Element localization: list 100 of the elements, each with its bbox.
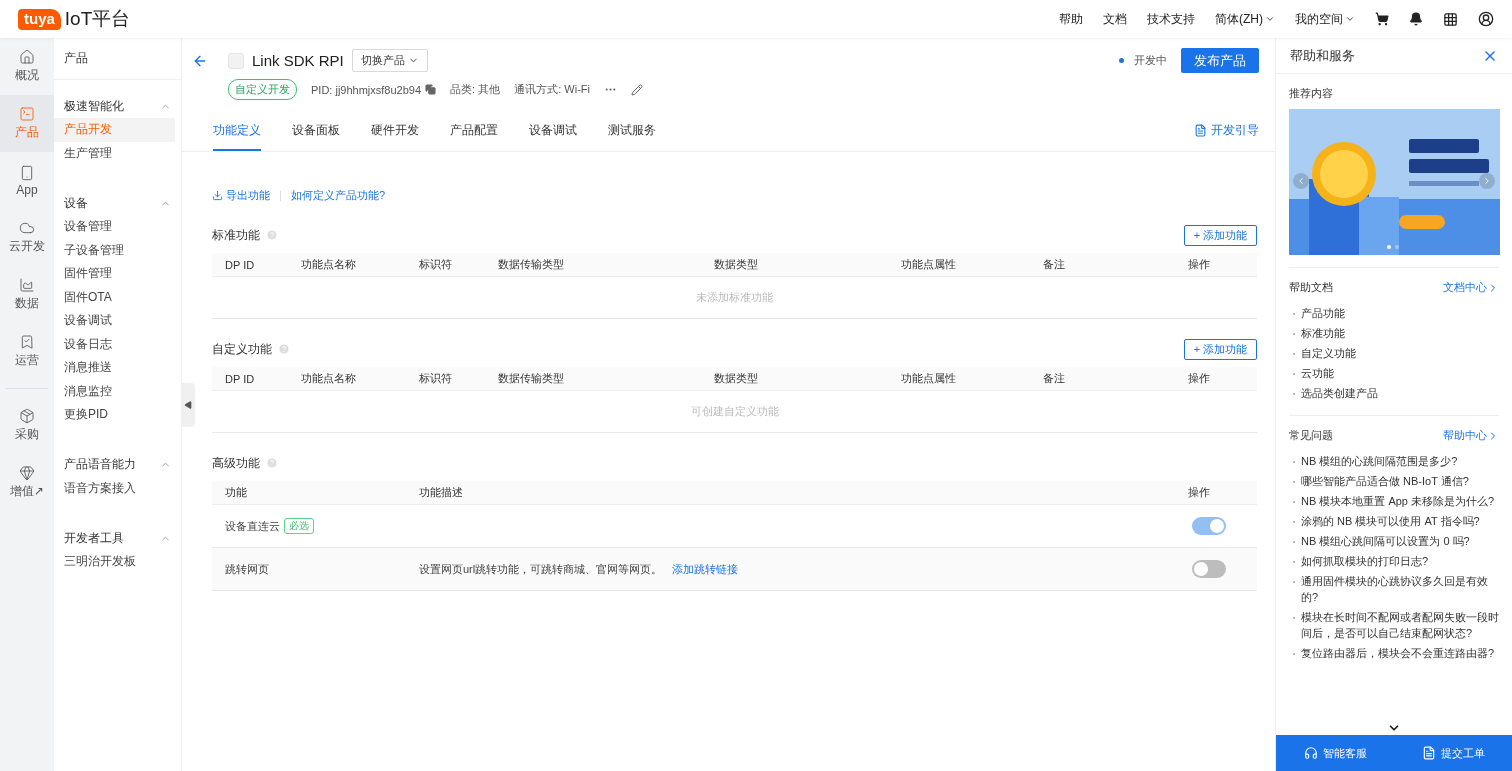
faq-item[interactable]: NB 模组心跳间隔可以设置为 0 吗?: [1289, 531, 1499, 551]
tab[interactable]: 功能定义: [213, 114, 261, 151]
column-header: 功能: [212, 481, 406, 505]
column-header: DP ID: [212, 367, 288, 391]
rail-item[interactable]: 数据: [0, 266, 54, 323]
gem-icon: [19, 465, 35, 481]
export-link[interactable]: 导出功能: [212, 188, 270, 203]
doc-item[interactable]: 选品类创建产品: [1289, 383, 1499, 403]
feature-name: 设备直连云: [225, 518, 280, 534]
feature-name: 跳转网页: [225, 561, 269, 577]
add-function-button[interactable]: + 添加功能: [1184, 224, 1257, 246]
column-header: 操作: [1175, 481, 1257, 505]
faq-item[interactable]: NB 模组的心跳间隔范围是多少?: [1289, 451, 1499, 471]
submenu-group[interactable]: 设备: [54, 191, 181, 215]
doc-item[interactable]: 自定义功能: [1289, 343, 1499, 363]
submenu-item[interactable]: 固件管理: [54, 262, 175, 286]
submenu-item[interactable]: 设备日志: [54, 332, 175, 356]
add-redirect-link[interactable]: 添加跳转链接: [672, 561, 739, 577]
toggle-switch[interactable]: [1192, 560, 1226, 578]
submenu-item[interactable]: 生产管理: [54, 141, 175, 165]
bookmark-icon: [19, 334, 35, 350]
column-header: 功能点属性: [888, 253, 1030, 277]
nav-link[interactable]: 文档: [1103, 10, 1127, 28]
rail-item[interactable]: 云开发: [0, 209, 54, 266]
more-link[interactable]: 帮助中心: [1443, 428, 1499, 443]
submenu-group[interactable]: 极速智能化: [54, 94, 181, 118]
ticket-button[interactable]: 提交工单: [1415, 744, 1491, 762]
apps-grid-icon[interactable]: [1443, 11, 1458, 27]
submenu-item[interactable]: 更换PID: [54, 403, 175, 427]
howto-link[interactable]: 如何定义产品功能?: [291, 188, 386, 203]
section-title: 自定义功能: [212, 340, 272, 358]
tab[interactable]: 测试服务: [608, 114, 656, 151]
submenu-group[interactable]: 产品语音能力: [54, 452, 181, 477]
more-link[interactable]: 文档中心: [1443, 280, 1499, 295]
nav-link[interactable]: 技术支持: [1147, 10, 1195, 28]
product-name: Link SDK RPI: [252, 52, 344, 69]
support-button[interactable]: 智能客服: [1297, 744, 1373, 762]
faq-item[interactable]: 复位路由器后，模块会不会重连路由器?: [1289, 643, 1499, 663]
rail-item[interactable]: App: [0, 152, 54, 209]
required-tag: 必选: [284, 518, 314, 534]
rail-item[interactable]: 采购: [0, 397, 54, 454]
column-header: 数据传输类型: [485, 367, 701, 391]
switch-product-button[interactable]: 切换产品: [351, 49, 428, 72]
category-text: 品类: 其他: [450, 82, 501, 97]
submenu-item[interactable]: 设备调试: [54, 309, 175, 333]
column-header: 数据类型: [701, 367, 888, 391]
add-function-button[interactable]: + 添加功能: [1184, 338, 1257, 360]
nav-link[interactable]: 我的空间: [1295, 10, 1355, 28]
guide-link[interactable]: 开发引导: [1194, 122, 1259, 151]
faq-item[interactable]: 通用固件模块的心跳协议多久回是有效的?: [1289, 571, 1499, 607]
panel-title: 帮助和服务: [1290, 46, 1355, 65]
submenu-item[interactable]: 消息监控: [54, 379, 175, 403]
cart-icon[interactable]: [1375, 12, 1389, 26]
empty-message: 未添加标准功能: [212, 277, 1257, 319]
bell-icon[interactable]: [1409, 12, 1423, 26]
edit-icon[interactable]: [630, 83, 643, 96]
submenu-item[interactable]: 消息推送: [54, 356, 175, 380]
document-icon: [1194, 124, 1207, 137]
rail-item[interactable]: 增值↗: [0, 454, 54, 511]
user-avatar-icon[interactable]: [1478, 11, 1494, 27]
column-header: 功能点名称: [288, 367, 406, 391]
faq-item[interactable]: 模块在长时间不配网或者配网失败一段时间后，是否可以自己结束配网状态?: [1289, 607, 1499, 643]
doc-item[interactable]: 产品功能: [1289, 303, 1499, 323]
publish-button[interactable]: 发布产品: [1181, 48, 1259, 73]
submenu-item[interactable]: 子设备管理: [54, 238, 175, 262]
document-icon: [1421, 746, 1436, 760]
column-header: 功能描述: [406, 481, 1175, 505]
copy-icon[interactable]: [425, 84, 437, 95]
section-title: 高级功能: [212, 454, 260, 472]
rail-label: 采购: [15, 426, 39, 443]
submenu-item[interactable]: 设备管理: [54, 215, 175, 239]
nav-link[interactable]: 帮助: [1059, 10, 1083, 28]
pid-text: PID: jj9hhmjxsf8u2b94: [311, 83, 422, 96]
nav-link[interactable]: 简体(ZH): [1215, 10, 1275, 28]
tab[interactable]: 硬件开发: [371, 114, 419, 151]
submenu-item[interactable]: 固件OTA: [54, 285, 175, 309]
faq-item[interactable]: 哪些智能产品适合做 NB-IoT 通信?: [1289, 471, 1499, 491]
tab[interactable]: 产品配置: [450, 114, 498, 151]
collapse-handle[interactable]: [181, 383, 195, 427]
column-header: 数据传输类型: [485, 253, 701, 277]
doc-item[interactable]: 云功能: [1289, 363, 1499, 383]
submenu-group[interactable]: 开发者工具: [54, 526, 181, 550]
caret-icon: [1345, 14, 1355, 24]
phone-icon: [19, 164, 35, 181]
faq-item[interactable]: NB 模块本地重置 App 未移除是为什么?: [1289, 491, 1499, 511]
column-header: 操作: [1175, 253, 1257, 277]
submenu-title: 产品: [54, 38, 181, 80]
tab[interactable]: 设备面板: [292, 114, 340, 151]
rail-label: 数据: [15, 295, 39, 312]
faq-item[interactable]: 涂鸦的 NB 模块可以使用 AT 指令吗?: [1289, 511, 1499, 531]
column-header: 功能点名称: [288, 253, 406, 277]
rail-item[interactable]: 概况: [0, 38, 54, 95]
tab[interactable]: 设备调试: [529, 114, 577, 151]
terminal-icon: [19, 106, 35, 122]
faq-item[interactable]: 如何抓取模块的打印日志?: [1289, 551, 1499, 571]
rail-item[interactable]: 运营: [0, 323, 54, 380]
rail-label: 产品: [15, 124, 39, 141]
submenu-item[interactable]: 三明治开发板: [54, 550, 175, 574]
doc-item[interactable]: 标准功能: [1289, 323, 1499, 343]
submenu-item[interactable]: 语音方案接入: [54, 476, 175, 500]
